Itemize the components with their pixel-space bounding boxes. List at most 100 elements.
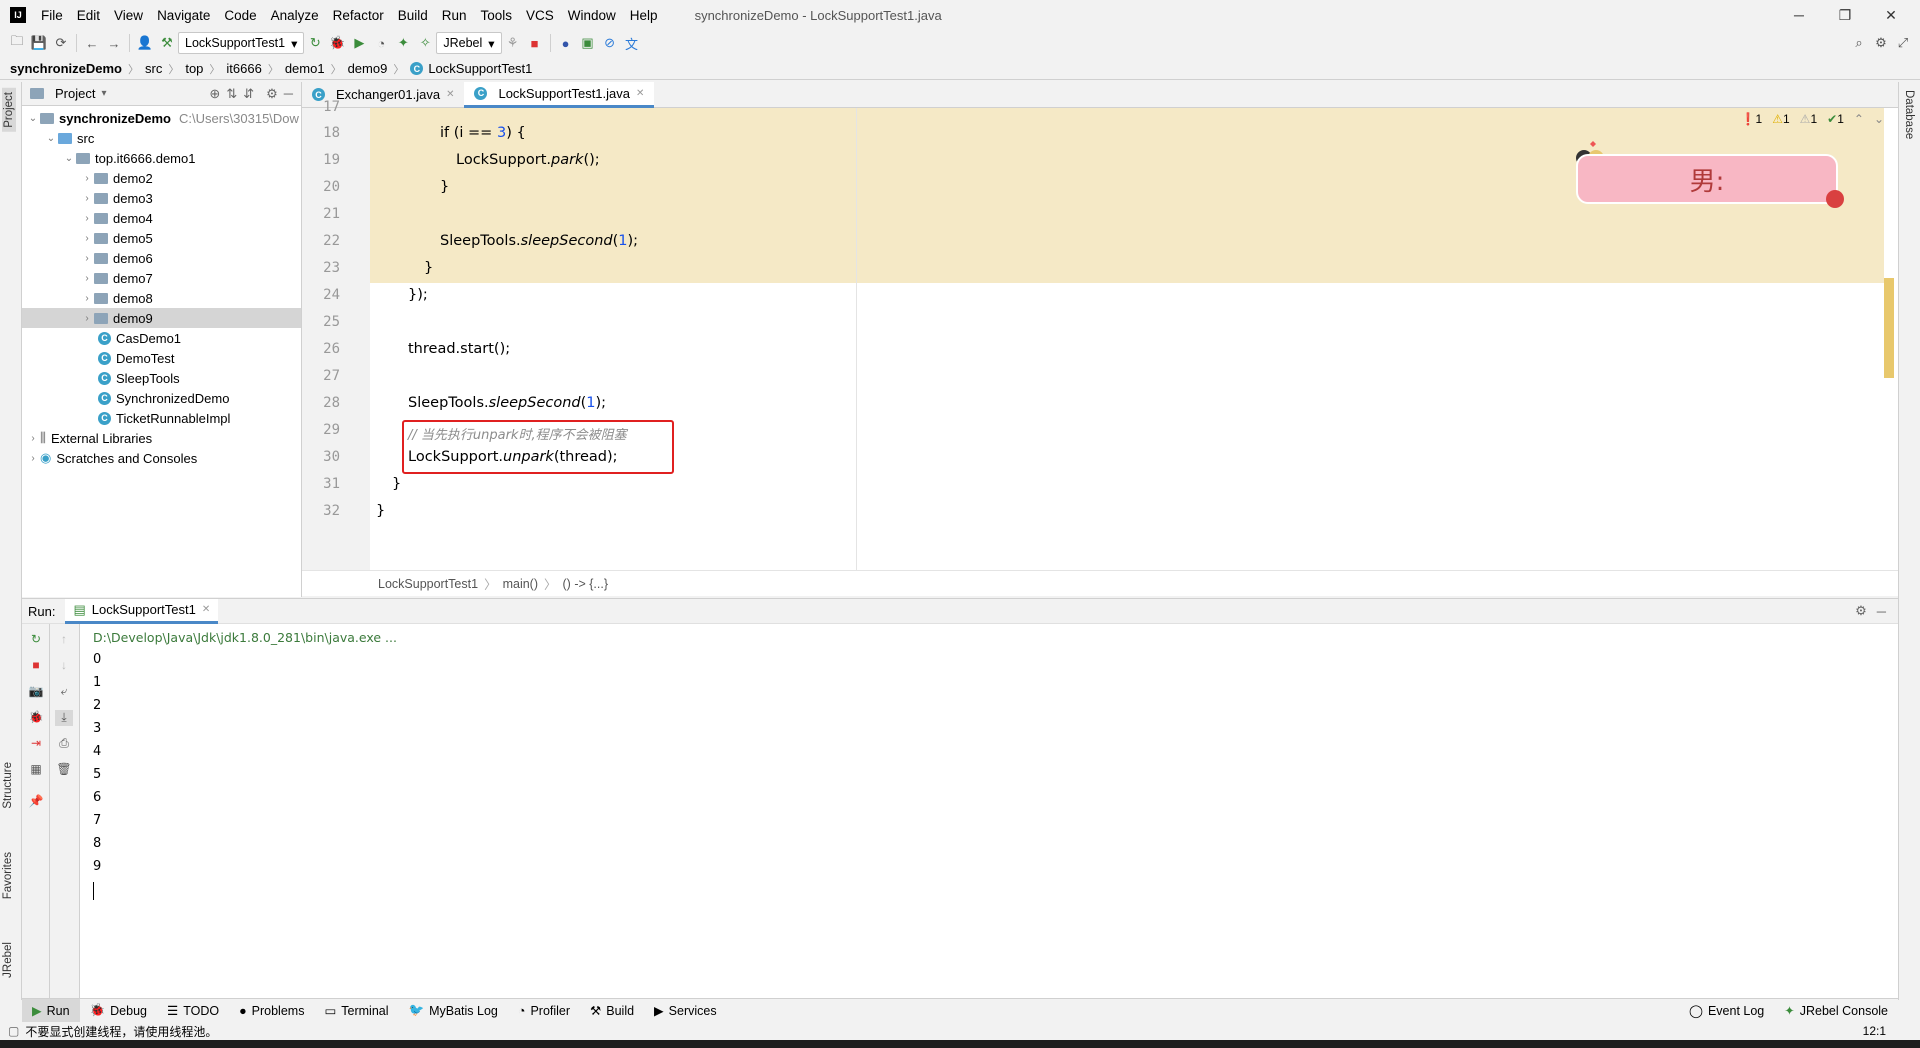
chevron-down-icon[interactable]: ▾ bbox=[101, 88, 106, 99]
tab-run[interactable]: ▶ Run bbox=[22, 998, 80, 1023]
maximize-button[interactable]: ❐ bbox=[1822, 0, 1868, 30]
build-hammer-icon[interactable]: ⚒ bbox=[156, 32, 178, 54]
tab-build[interactable]: ⚒ Build bbox=[580, 999, 644, 1023]
inspection-widget[interactable]: ❗1 ⚠1 ⚠1 ✔1 ⌃ ⌄ bbox=[1741, 112, 1884, 126]
tree-folder[interactable]: › demo2 bbox=[22, 168, 301, 188]
chevron-right-icon[interactable]: › bbox=[80, 173, 94, 184]
chevron-down-icon[interactable]: ⌄ bbox=[62, 153, 76, 164]
menu-code[interactable]: Code bbox=[217, 0, 263, 30]
profile-icon[interactable]: ◔ bbox=[370, 32, 392, 54]
tab-profiler[interactable]: ◔ Profiler bbox=[508, 999, 580, 1023]
menu-navigate[interactable]: Navigate bbox=[150, 0, 217, 30]
jrebel-side-tab[interactable]: JRebel bbox=[2, 942, 14, 978]
arrow-down-icon[interactable]: ↓ bbox=[55, 658, 73, 674]
tab-jrebel-console[interactable]: ✦ JRebel Console bbox=[1774, 999, 1898, 1023]
chevron-right-icon[interactable]: › bbox=[80, 233, 94, 244]
expand-icon[interactable]: ⤢ bbox=[1892, 32, 1914, 54]
debug-icon[interactable]: 🐞 bbox=[326, 32, 348, 54]
favorites-side-tab[interactable]: Favorites bbox=[2, 852, 14, 899]
editor-breadcrumb-item[interactable]: LockSupportTest1 bbox=[378, 577, 478, 591]
forward-icon[interactable]: → bbox=[103, 32, 125, 54]
gear-icon[interactable]: ⚙ bbox=[266, 86, 278, 102]
disable-icon[interactable]: ⊘ bbox=[599, 32, 621, 54]
scroll-to-end-icon[interactable]: ⤓ bbox=[55, 710, 73, 726]
tree-class[interactable]: C CasDemo1 bbox=[22, 328, 301, 348]
back-icon[interactable]: ← bbox=[81, 32, 103, 54]
minimize-button[interactable]: ─ bbox=[1776, 0, 1822, 30]
chevron-down-icon[interactable]: ⌄ bbox=[26, 113, 40, 124]
breadcrumb-item[interactable]: top 〉 bbox=[185, 61, 226, 77]
menu-window[interactable]: Window bbox=[561, 0, 623, 30]
rerun-icon[interactable]: ↻ bbox=[27, 632, 45, 648]
debug-icon[interactable]: 🐞 bbox=[27, 710, 45, 726]
gear-icon[interactable]: ⚙ bbox=[1855, 603, 1867, 619]
breadcrumb-item[interactable]: synchronizeDemo 〉 bbox=[10, 61, 145, 77]
close-icon[interactable]: ✕ bbox=[636, 88, 644, 99]
stop-icon[interactable]: ■ bbox=[27, 658, 45, 674]
chevron-right-icon[interactable]: › bbox=[80, 213, 94, 224]
camera-icon[interactable]: 📷 bbox=[27, 684, 45, 700]
editor-breadcrumb-item[interactable]: () -> {...} bbox=[563, 577, 609, 591]
settings-gear-icon[interactable]: ⚙ bbox=[1870, 32, 1892, 54]
menu-run[interactable]: Run bbox=[435, 0, 474, 30]
tree-folder[interactable]: › demo5 bbox=[22, 228, 301, 248]
menu-vcs[interactable]: VCS bbox=[519, 0, 561, 30]
breadcrumb-item[interactable]: it6666 〉 bbox=[226, 61, 284, 77]
tree-scratches[interactable]: › ◉ Scratches and Consoles bbox=[22, 448, 301, 468]
translate-icon[interactable]: 文 bbox=[621, 32, 643, 54]
tree-class[interactable]: C SleepTools bbox=[22, 368, 301, 388]
tree-folder[interactable]: › demo8 bbox=[22, 288, 301, 308]
menu-edit[interactable]: Edit bbox=[70, 0, 107, 30]
tree-folder[interactable]: › demo7 bbox=[22, 268, 301, 288]
tab-problems[interactable]: ● Problems bbox=[229, 999, 314, 1023]
tab-debug[interactable]: 🐞 Debug bbox=[80, 999, 157, 1023]
tree-external-libraries[interactable]: › ⫼ External Libraries bbox=[22, 428, 301, 448]
menu-analyze[interactable]: Analyze bbox=[264, 0, 326, 30]
weak-warning-count[interactable]: ⚠1 bbox=[1800, 112, 1817, 126]
tree-folder[interactable]: › demo6 bbox=[22, 248, 301, 268]
tree-folder[interactable]: › demo3 bbox=[22, 188, 301, 208]
open-folder-icon[interactable]: 🗀 bbox=[6, 32, 28, 54]
close-icon[interactable]: ✕ bbox=[446, 89, 454, 100]
rerun-icon[interactable]: ↻ bbox=[304, 32, 326, 54]
scrollbar-thumb[interactable] bbox=[1884, 278, 1894, 378]
menu-view[interactable]: View bbox=[107, 0, 150, 30]
chevron-right-icon[interactable]: › bbox=[26, 453, 40, 464]
breadcrumb-item[interactable]: C LockSupportTest1 bbox=[410, 61, 532, 76]
tab-services[interactable]: ▶ Services bbox=[644, 999, 727, 1023]
chevron-up-icon[interactable]: ⌃ bbox=[1854, 112, 1864, 126]
close-icon[interactable]: ✕ bbox=[202, 604, 210, 615]
tab-locksupporttest1[interactable]: C LockSupportTest1.java ✕ bbox=[464, 81, 655, 108]
tree-root[interactable]: ⌄ synchronizeDemo C:\Users\30315\Dow bbox=[22, 108, 301, 128]
layout-icon[interactable]: ▦ bbox=[27, 762, 45, 778]
tree-class[interactable]: C SynchronizedDemo bbox=[22, 388, 301, 408]
close-button[interactable]: ✕ bbox=[1868, 0, 1914, 30]
menu-tools[interactable]: Tools bbox=[474, 0, 520, 30]
attach-icon[interactable]: ⚘ bbox=[502, 32, 524, 54]
editor-breadcrumb-item[interactable]: main() bbox=[503, 577, 538, 591]
jrebel-run-icon[interactable]: ✦ bbox=[392, 32, 414, 54]
tree-folder-selected[interactable]: › demo9 bbox=[22, 308, 301, 328]
tab-event-log[interactable]: ◯ Event Log bbox=[1679, 999, 1774, 1023]
console-output[interactable]: D:\Develop\Java\Jdk\jdk1.8.0_281\bin\jav… bbox=[80, 624, 1898, 998]
error-count[interactable]: ❗1 bbox=[1741, 112, 1763, 126]
typo-count[interactable]: ✔1 bbox=[1827, 112, 1844, 126]
hide-icon[interactable]: ─ bbox=[284, 86, 293, 101]
expand-all-icon[interactable]: ⇅ bbox=[226, 86, 237, 102]
caret-position[interactable]: 12:1 bbox=[1863, 1024, 1886, 1038]
tree-class[interactable]: C TicketRunnableImpl bbox=[22, 408, 301, 428]
locate-icon[interactable]: ⊕ bbox=[209, 86, 220, 102]
search-icon[interactable]: ⌕ bbox=[1848, 32, 1870, 54]
menu-help[interactable]: Help bbox=[623, 0, 665, 30]
database-side-tab[interactable]: Database bbox=[1903, 90, 1915, 139]
menu-build[interactable]: Build bbox=[391, 0, 435, 30]
exit-icon[interactable]: ⇥ bbox=[27, 736, 45, 752]
structure-side-tab[interactable]: Structure bbox=[2, 762, 14, 809]
soft-wrap-icon[interactable]: ⤶ bbox=[55, 684, 73, 700]
breadcrumb-item[interactable]: demo1 〉 bbox=[285, 61, 348, 77]
stop-icon[interactable]: ■ bbox=[524, 32, 546, 54]
code-editor[interactable]: if (i == 3) { LockSupport.park(); } Slee… bbox=[370, 108, 1898, 570]
plugin-icon[interactable]: ● bbox=[555, 32, 577, 54]
sync-icon[interactable]: ⟳ bbox=[50, 32, 72, 54]
chevron-right-icon[interactable]: › bbox=[80, 193, 94, 204]
